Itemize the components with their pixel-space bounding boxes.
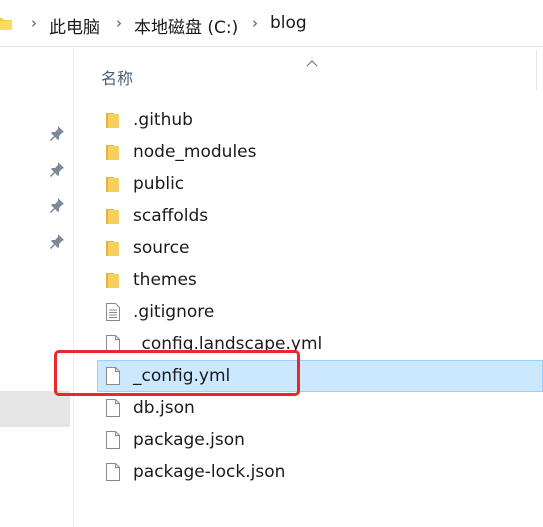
list-item-selected[interactable]: _config.yml [97, 360, 543, 392]
column-divider[interactable] [536, 50, 537, 90]
file-name: db.json [133, 398, 195, 418]
breadcrumb-local-disk[interactable]: 本地磁盘 (C:) [134, 13, 238, 38]
file-name: node_modules [133, 142, 257, 162]
file-icon [105, 399, 121, 417]
address-bar[interactable]: › 此电脑 › 本地磁盘 (C:) › blog [0, 0, 543, 47]
pane-divider[interactable] [73, 47, 74, 527]
list-item[interactable]: source [97, 232, 543, 264]
chevron-right-icon[interactable]: › [116, 14, 122, 32]
file-name: package-lock.json [133, 462, 286, 482]
folder-icon [105, 239, 121, 257]
list-item[interactable]: scaffolds [97, 200, 543, 232]
folder-icon [105, 143, 121, 161]
file-name: source [133, 238, 190, 258]
folder-icon [105, 175, 121, 193]
list-item[interactable]: node_modules [97, 136, 543, 168]
nav-item-selected[interactable] [0, 391, 70, 427]
pin-icon[interactable] [48, 160, 66, 178]
list-item[interactable]: .github [97, 104, 543, 136]
list-item[interactable]: db.json [97, 392, 543, 424]
sort-ascending-icon[interactable] [306, 52, 318, 71]
folder-icon [105, 111, 121, 129]
file-icon [105, 367, 121, 385]
file-name: scaffolds [133, 206, 209, 226]
file-name: public [133, 174, 185, 194]
text-file-icon [105, 303, 121, 321]
pin-icon[interactable] [48, 124, 66, 142]
file-name: .github [133, 110, 193, 130]
file-name: themes [133, 270, 197, 290]
breadcrumb-blog[interactable]: blog [270, 13, 307, 33]
list-item[interactable]: _config.landscape.yml [97, 328, 543, 360]
pin-icon[interactable] [48, 196, 66, 214]
pin-icon[interactable] [48, 232, 66, 250]
file-name: .gitignore [133, 302, 215, 322]
column-header-name[interactable]: 名称 [101, 65, 133, 89]
breadcrumb-this-pc[interactable]: 此电脑 [49, 13, 100, 38]
file-icon [105, 463, 121, 481]
navigation-pane [0, 47, 74, 527]
list-item[interactable]: package.json [97, 424, 543, 456]
file-icon [105, 431, 121, 449]
list-item[interactable]: .gitignore [97, 296, 543, 328]
file-name: _config.yml [133, 366, 231, 386]
file-name: _config.landscape.yml [133, 334, 323, 354]
list-item[interactable]: public [97, 168, 543, 200]
chevron-right-icon[interactable]: › [31, 14, 37, 32]
file-icon [105, 335, 121, 353]
file-name: package.json [133, 430, 245, 450]
chevron-right-icon[interactable]: › [252, 14, 258, 32]
folder-icon [0, 15, 12, 35]
list-item[interactable]: themes [97, 264, 543, 296]
folder-icon [105, 271, 121, 289]
list-item[interactable]: package-lock.json [97, 456, 543, 488]
folder-icon [105, 207, 121, 225]
